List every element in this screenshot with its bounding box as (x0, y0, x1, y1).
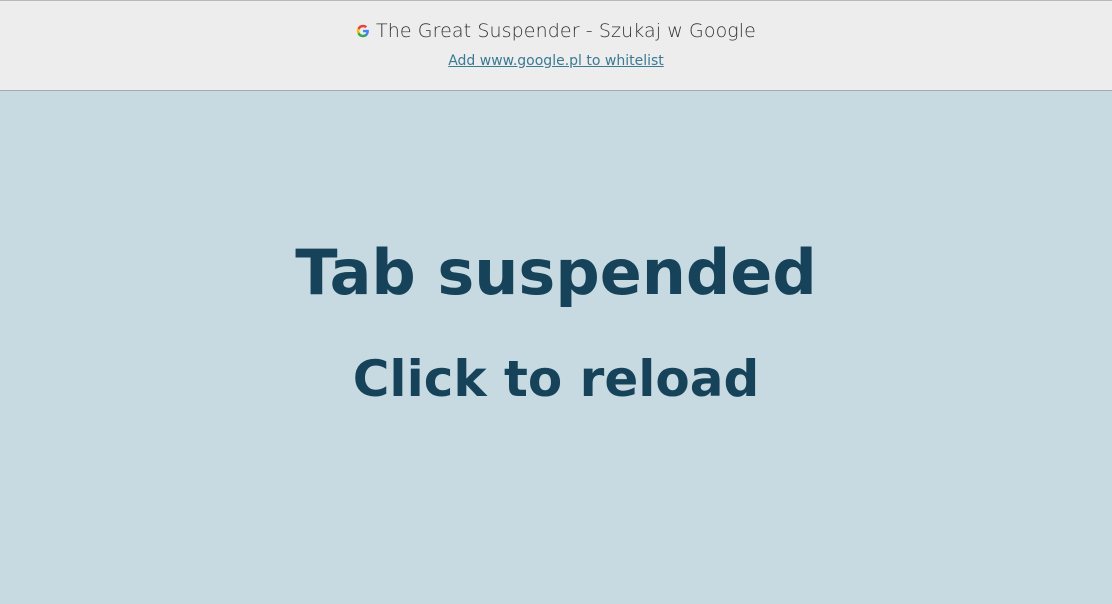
google-g-icon (356, 24, 370, 38)
tab-title: The Great Suspender - Szukaj w Google (376, 20, 756, 42)
click-to-reload-text: Click to reload (352, 350, 760, 408)
suspended-page: The Great Suspender - Szukaj w Google Ad… (0, 0, 1112, 604)
tab-suspended-heading: Tab suspended (295, 236, 817, 309)
suspended-tab-header: The Great Suspender - Szukaj w Google Ad… (0, 1, 1112, 91)
reload-area[interactable]: Tab suspended Click to reload (0, 91, 1112, 604)
tab-title-row: The Great Suspender - Szukaj w Google (356, 17, 756, 45)
add-to-whitelist-link[interactable]: Add www.google.pl to whitelist (448, 53, 664, 69)
